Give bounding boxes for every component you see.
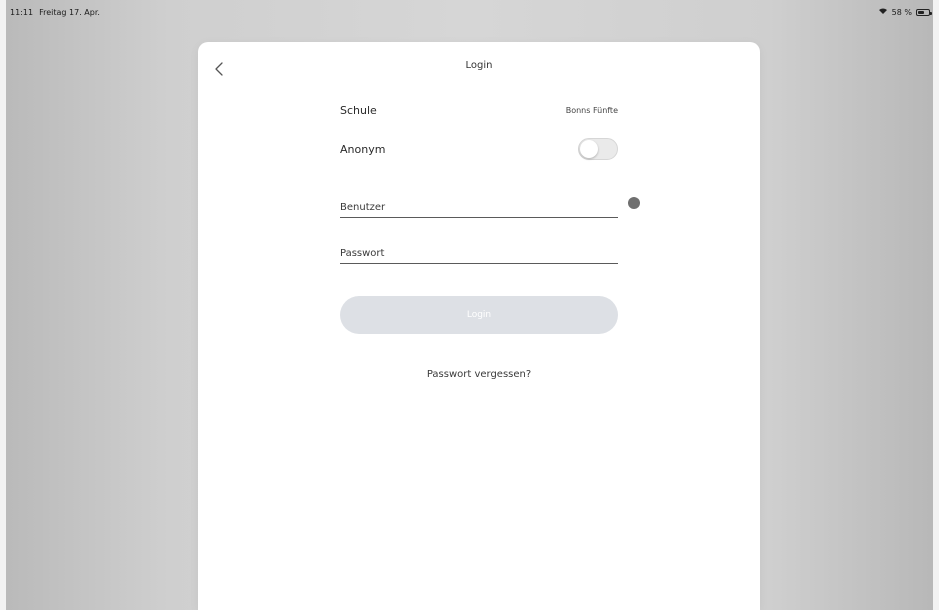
- username-input[interactable]: [340, 202, 618, 213]
- login-button[interactable]: Login: [340, 296, 618, 334]
- status-dot: [628, 197, 640, 209]
- status-left: 11:11 Freitag 17. Apr.: [10, 8, 100, 17]
- anonymous-label: Anonym: [340, 142, 386, 156]
- toggle-knob: [580, 140, 598, 158]
- anonymous-toggle[interactable]: [578, 138, 618, 160]
- anonymous-row: Anonym: [340, 138, 618, 160]
- battery-percent: 58 %: [891, 7, 912, 17]
- school-value: Bonns Fünfte: [565, 106, 618, 115]
- password-input[interactable]: [340, 248, 618, 259]
- login-modal: Login Schule Bonns Fünfte Anonym Login P…: [198, 42, 760, 610]
- modal-title: Login: [465, 60, 493, 71]
- password-field[interactable]: [340, 238, 618, 264]
- status-date: Freitag 17. Apr.: [39, 7, 100, 17]
- status-bar: 11:11 Freitag 17. Apr. 58 %: [10, 4, 932, 20]
- username-field[interactable]: [340, 192, 618, 218]
- wifi-icon: [878, 7, 888, 17]
- school-row[interactable]: Schule Bonns Fünfte: [340, 104, 618, 117]
- school-label: Schule: [340, 104, 377, 117]
- battery-icon: [916, 8, 932, 16]
- status-time: 11:11: [10, 7, 34, 17]
- forgot-password-link[interactable]: Passwort vergessen?: [198, 369, 760, 380]
- status-right: 58 %: [878, 7, 932, 17]
